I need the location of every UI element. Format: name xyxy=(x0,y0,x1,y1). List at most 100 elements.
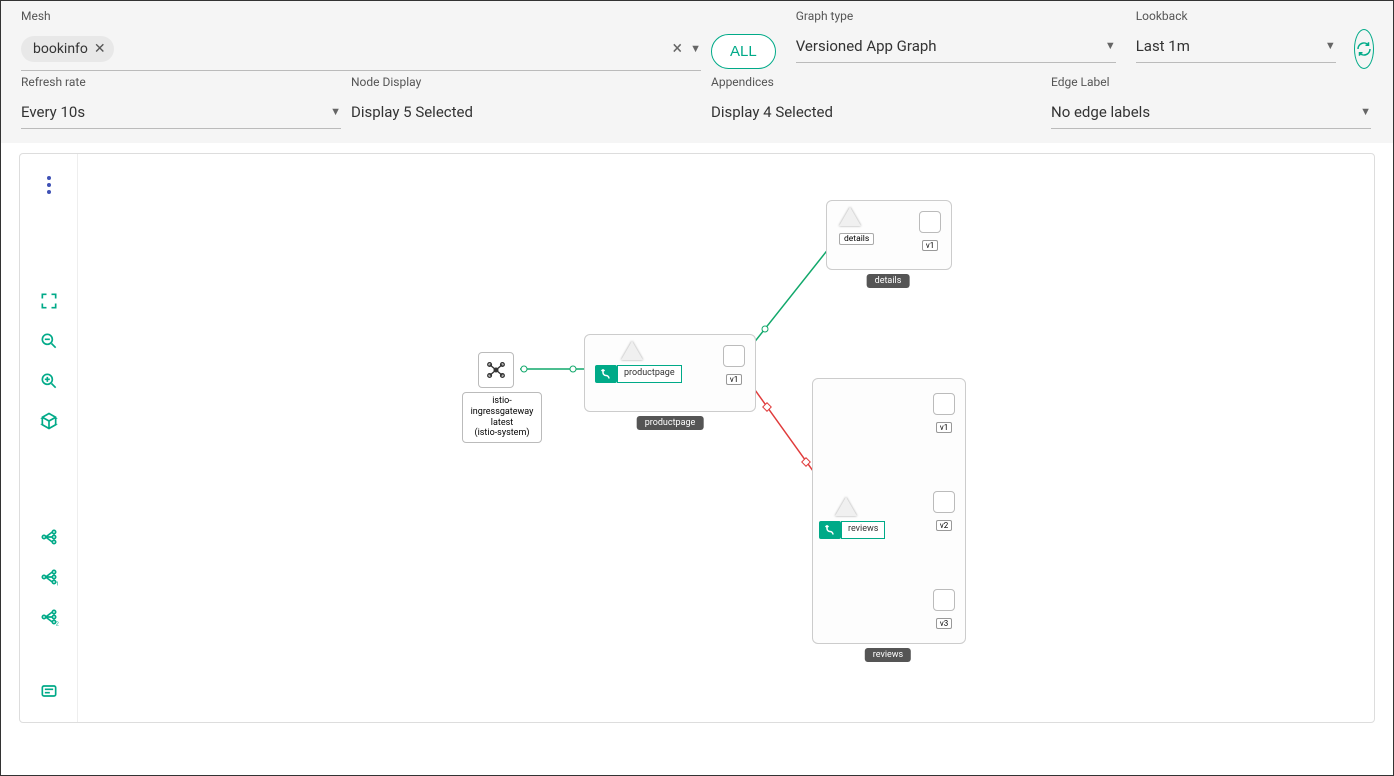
graph-type-select: Graph type Versioned App Graph ▼ xyxy=(796,9,1116,71)
details-group-tag: details xyxy=(867,274,910,288)
expand-icon xyxy=(39,291,59,311)
zoom-out-icon xyxy=(39,331,59,351)
refresh-rate-select: Refresh rate Every 10s ▼ xyxy=(21,75,341,129)
node-productpage-service[interactable] xyxy=(621,341,643,360)
reviews-group-tag: reviews xyxy=(865,648,911,662)
mesh-icon xyxy=(485,359,507,381)
productpage-label-group: productpage xyxy=(595,365,682,383)
mesh-filter: Mesh bookinfo ✕ × ▼ xyxy=(21,9,701,71)
details-v1-tag: v1 xyxy=(922,240,938,251)
node-reviews-service[interactable] xyxy=(835,497,857,516)
node-reviews-v1[interactable]: v1 xyxy=(933,393,955,434)
graph-viewport[interactable]: istio-ingressgateway latest (istio-syste… xyxy=(78,154,1374,722)
refresh-icon xyxy=(1355,40,1373,58)
node-reviews-v2[interactable]: v2 xyxy=(933,491,955,532)
appendices-dropdown[interactable]: Display 4 Selected xyxy=(711,95,1031,129)
chevron-down-icon: ▼ xyxy=(1360,105,1371,118)
edge-label-value: No edge labels xyxy=(1051,103,1150,121)
ingress-line2: latest xyxy=(465,418,539,429)
layout-3-button[interactable]: 2 xyxy=(32,600,66,634)
kebab-menu-button[interactable] xyxy=(32,168,66,202)
refresh-rate-dropdown[interactable]: Every 10s ▼ xyxy=(21,95,341,129)
graph-canvas[interactable]: 1 2 xyxy=(19,153,1375,723)
workload-icon xyxy=(933,393,955,415)
cube-icon xyxy=(39,411,59,431)
reviews-v3-tag: v3 xyxy=(936,618,952,629)
refresh-rate-label: Refresh rate xyxy=(21,75,341,89)
group-details[interactable]: details v1 xyxy=(826,200,952,270)
node-details-v1[interactable]: v1 xyxy=(919,211,941,252)
reviews-v1-tag: v1 xyxy=(936,422,952,433)
layout-2-button[interactable]: 1 xyxy=(32,560,66,594)
node-display-value: Display 5 Selected xyxy=(351,103,473,121)
svg-text:1: 1 xyxy=(55,581,58,587)
mesh-label: Mesh xyxy=(21,9,701,23)
group-productpage[interactable]: productpage v1 xyxy=(584,334,756,412)
filter-bar: Mesh bookinfo ✕ × ▼ ALL Graph type Versi… xyxy=(1,1,1393,143)
virtualservice-icon xyxy=(819,521,841,539)
lookback-select: Lookback Last 1m ▼ xyxy=(1136,9,1336,71)
graph-type-label: Graph type xyxy=(796,9,1116,23)
triangle-icon xyxy=(835,497,857,516)
details-service-label: details xyxy=(839,233,874,245)
workload-icon xyxy=(723,345,745,367)
appendices-value: Display 4 Selected xyxy=(711,103,833,121)
reviews-label-group: reviews xyxy=(819,521,885,539)
ingress-line1: istio-ingressgateway xyxy=(465,396,539,418)
fit-button[interactable] xyxy=(32,284,66,318)
reviews-service-label: reviews xyxy=(841,521,885,539)
node-details-service[interactable]: details xyxy=(839,207,874,245)
clear-icon[interactable]: × xyxy=(673,38,683,59)
kebab-icon xyxy=(47,176,51,194)
lookback-value: Last 1m xyxy=(1136,37,1190,55)
mesh-chip[interactable]: bookinfo ✕ xyxy=(21,36,114,62)
graph-type-value: Versioned App Graph xyxy=(796,37,937,55)
graph-toolbar: 1 2 xyxy=(20,154,78,722)
productpage-service-label: productpage xyxy=(617,365,682,383)
zoom-in-button[interactable] xyxy=(32,364,66,398)
svg-text:2: 2 xyxy=(55,621,58,627)
graph-layout-1-icon: 1 xyxy=(39,567,59,587)
chevron-down-icon: ▼ xyxy=(330,105,341,118)
zoom-out-button[interactable] xyxy=(32,324,66,358)
node-display-label: Node Display xyxy=(351,75,671,89)
workload-icon xyxy=(933,589,955,611)
node-ingress-icon[interactable] xyxy=(478,352,514,388)
graph-layout-icon xyxy=(39,527,59,547)
cube-button[interactable] xyxy=(32,404,66,438)
chip-remove-icon[interactable]: ✕ xyxy=(94,41,106,57)
node-reviews-v3[interactable]: v3 xyxy=(933,589,955,630)
reviews-v2-tag: v2 xyxy=(936,520,952,531)
group-reviews[interactable]: reviews v1 v2 v3 xyxy=(812,378,966,644)
ingress-line3: (istio-system) xyxy=(465,428,539,439)
graph-edges xyxy=(78,154,1374,722)
triangle-icon xyxy=(839,207,861,226)
legend-icon xyxy=(39,681,59,701)
node-ingress-label[interactable]: istio-ingressgateway latest (istio-syste… xyxy=(462,392,542,443)
mesh-chip-text: bookinfo xyxy=(33,41,88,57)
refresh-button[interactable] xyxy=(1354,29,1374,69)
graph-type-dropdown[interactable]: Versioned App Graph ▼ xyxy=(796,29,1116,63)
virtualservice-icon xyxy=(595,365,617,383)
appendices-select: Appendices Display 4 Selected xyxy=(711,75,1031,129)
node-display-dropdown[interactable]: Display 5 Selected xyxy=(351,95,671,129)
layout-1-button[interactable] xyxy=(32,520,66,554)
zoom-in-icon xyxy=(39,371,59,391)
node-productpage-v1[interactable]: v1 xyxy=(723,345,745,386)
refresh-rate-value: Every 10s xyxy=(21,103,85,121)
graph-layout-2-icon: 2 xyxy=(39,607,59,627)
lookback-dropdown[interactable]: Last 1m ▼ xyxy=(1136,29,1336,63)
all-button[interactable]: ALL xyxy=(711,34,776,69)
chevron-down-icon[interactable]: ▼ xyxy=(690,42,701,55)
productpage-v1-tag: v1 xyxy=(726,374,742,385)
mesh-input[interactable]: bookinfo ✕ × ▼ xyxy=(21,29,701,71)
edge-label-select: Edge Label No edge labels ▼ xyxy=(1051,75,1371,129)
edge-label-label: Edge Label xyxy=(1051,75,1371,89)
workload-icon xyxy=(919,211,941,233)
legend-button[interactable] xyxy=(32,674,66,708)
triangle-icon xyxy=(621,341,643,360)
productpage-group-tag: productpage xyxy=(637,416,704,430)
edge-label-dropdown[interactable]: No edge labels ▼ xyxy=(1051,95,1371,129)
appendices-label: Appendices xyxy=(711,75,1031,89)
node-display-select: Node Display Display 5 Selected xyxy=(351,75,671,129)
